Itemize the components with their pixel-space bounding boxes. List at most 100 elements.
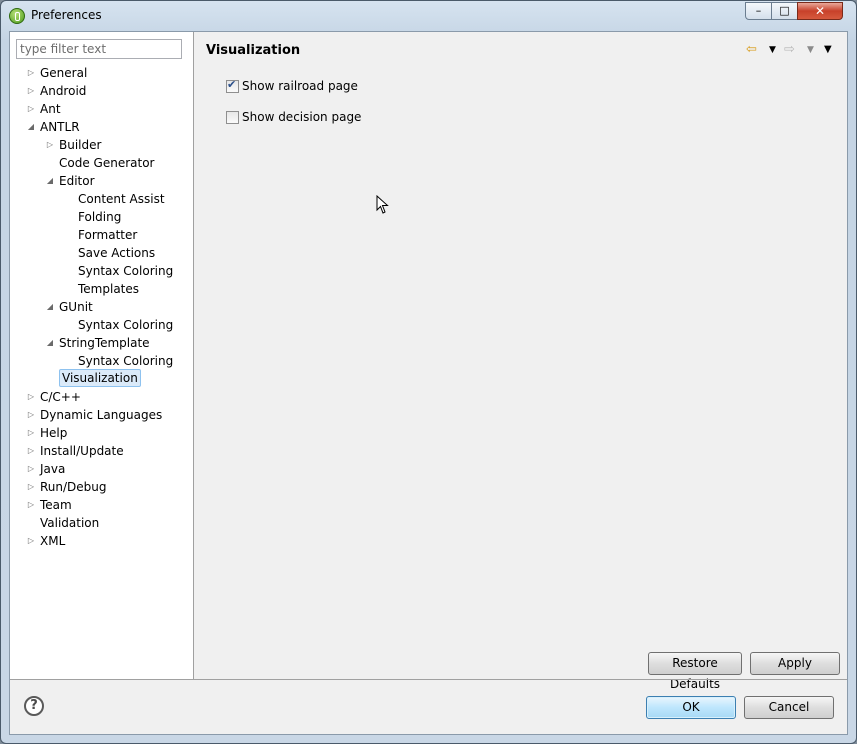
tree-item-label: Syntax Coloring [78,318,174,332]
tree-item-label: Run/Debug [40,480,107,494]
close-icon: ✕ [814,4,826,18]
tree-item[interactable]: Save Actions [10,244,193,262]
tree-item[interactable]: Templates [10,280,193,298]
tree-item[interactable]: Syntax Coloring [10,262,193,280]
tree-item[interactable]: ▷ Team [10,496,193,514]
window-title: Preferences [31,8,102,22]
eclipse-app-icon [9,8,25,24]
tree-item[interactable]: ▷ Java [10,460,193,478]
filter-input[interactable] [16,39,182,59]
tree-item-label: Android [40,84,87,98]
tree-item-label: Templates [78,282,140,296]
tree-item[interactable]: Syntax Coloring [10,352,193,370]
help-icon[interactable]: ? [24,696,44,716]
tree-collapsed-icon[interactable]: ▷ [45,136,55,154]
tree-collapsed-icon[interactable]: ▷ [26,64,36,82]
tree-item-label: Team [40,498,72,512]
cancel-button[interactable]: Cancel [744,696,834,719]
show-railroad-label: Show railroad page [242,79,358,93]
tree-item-label: Editor [59,174,95,188]
dialog-client-area: ▷ General ▷ Android ▷ Ant ◢ ANTLR ▷ Builder Code G… [9,31,848,735]
preferences-window: Preferences – □ ✕ ▷ General ▷ Android ▷ Ant ◢ A… [0,0,857,744]
tree-item[interactable]: ▷ XML [10,532,193,550]
tree-item-label: Builder [59,138,102,152]
tree-expanded-icon[interactable]: ◢ [26,118,36,136]
tree-item-label: Save Actions [78,246,156,260]
close-button[interactable]: ✕ [797,2,843,20]
show-decision-label: Show decision page [242,110,362,124]
maximize-button[interactable]: □ [771,2,798,20]
ok-button[interactable]: OK [646,696,736,719]
page-title: Visualization [206,43,301,58]
restore-defaults-button[interactable]: Restore Defaults [648,652,742,691]
tree-expanded-icon[interactable]: ◢ [45,334,55,352]
tree-item[interactable]: Validation [10,514,193,532]
tree-collapsed-icon[interactable]: ▷ [26,406,36,424]
tree-collapsed-icon[interactable]: ▷ [26,82,36,100]
tree-collapsed-icon[interactable]: ▷ [26,424,36,442]
tree-item-label: XML [40,534,66,548]
tree-item[interactable]: ◢ StringTemplate [10,334,193,352]
tree-item[interactable]: ▷ Dynamic Languages [10,406,193,424]
back-arrow-icon[interactable]: ⇦ [746,42,757,58]
tree-item[interactable]: ◢ GUnit [10,298,193,316]
button-bar-separator [10,679,847,680]
tree-item-label: Validation [40,516,100,530]
tree-item[interactable]: ▷ Android [10,82,193,100]
preference-tree-pane: ▷ General ▷ Android ▷ Ant ◢ ANTLR ▷ Builder Code G… [10,32,194,679]
tree-collapsed-icon[interactable]: ▷ [26,478,36,496]
tree-collapsed-icon[interactable]: ▷ [26,496,36,514]
tree-collapsed-icon[interactable]: ▷ [26,442,36,460]
tree-item-label: Visualization [59,369,141,387]
apply-button[interactable]: Apply [750,652,840,675]
minimize-icon: – [755,4,762,17]
tree-item[interactable]: ▷ Ant [10,100,193,118]
maximize-icon: □ [779,4,790,17]
forward-dropdown-icon[interactable]: ▼ [807,45,814,61]
tree-item-label: Syntax Coloring [78,354,174,368]
view-menu-icon[interactable]: ▼ [824,44,832,60]
show-decision-checkbox[interactable] [226,111,239,124]
minimize-button[interactable]: – [745,2,772,20]
tree-item[interactable]: Content Assist [10,190,193,208]
tree-item-label: Help [40,426,68,440]
tree-item-label: Dynamic Languages [40,408,163,422]
tree-item[interactable]: Code Generator [10,154,193,172]
tree-item-label: Folding [78,210,122,224]
tree-item[interactable]: ▷ C/C++ [10,388,193,406]
tree-item-label: Formatter [78,228,138,242]
tree-item[interactable]: ▷ Install/Update [10,442,193,460]
tree-item-label: ANTLR [40,120,80,134]
tree-item-label: Code Generator [59,156,155,170]
tree-expanded-icon[interactable]: ◢ [45,172,55,190]
back-dropdown-icon[interactable]: ▼ [769,45,776,61]
tree-item[interactable]: Visualization [10,369,193,388]
tree-item-label: Install/Update [40,444,124,458]
tree-item[interactable]: Syntax Coloring [10,316,193,334]
tree-item[interactable]: ▷ General [10,64,193,82]
tree-item-label: GUnit [59,300,93,314]
tree-expanded-icon[interactable]: ◢ [45,298,55,316]
tree-item-label: Ant [40,102,61,116]
tree-item[interactable]: ▷ Run/Debug [10,478,193,496]
forward-arrow-icon[interactable]: ⇨ [784,42,795,58]
tree-item-label: Java [40,462,66,476]
tree-collapsed-icon[interactable]: ▷ [26,100,36,118]
tree-item-label: Content Assist [78,192,165,206]
tree-item-label: StringTemplate [59,336,150,350]
preference-page: Visualization ⇦ ▼ ⇨ ▼ ▼ Show railroad pa… [193,32,847,691]
tree-collapsed-icon[interactable]: ▷ [26,388,36,406]
tree-item[interactable]: ◢ Editor [10,172,193,190]
title-bar[interactable]: Preferences – □ ✕ [1,1,856,31]
tree-item[interactable]: ▷ Builder [10,136,193,154]
tree-item-label: C/C++ [40,390,81,404]
tree-item[interactable]: Folding [10,208,193,226]
show-railroad-checkbox[interactable] [226,78,239,93]
tree-item[interactable]: Formatter [10,226,193,244]
tree-item-label: General [40,66,88,80]
tree-collapsed-icon[interactable]: ▷ [26,460,36,478]
tree-collapsed-icon[interactable]: ▷ [26,532,36,550]
tree-item[interactable]: ◢ ANTLR [10,118,193,136]
tree-item[interactable]: ▷ Help [10,424,193,442]
tree-item-label: Syntax Coloring [78,264,174,278]
